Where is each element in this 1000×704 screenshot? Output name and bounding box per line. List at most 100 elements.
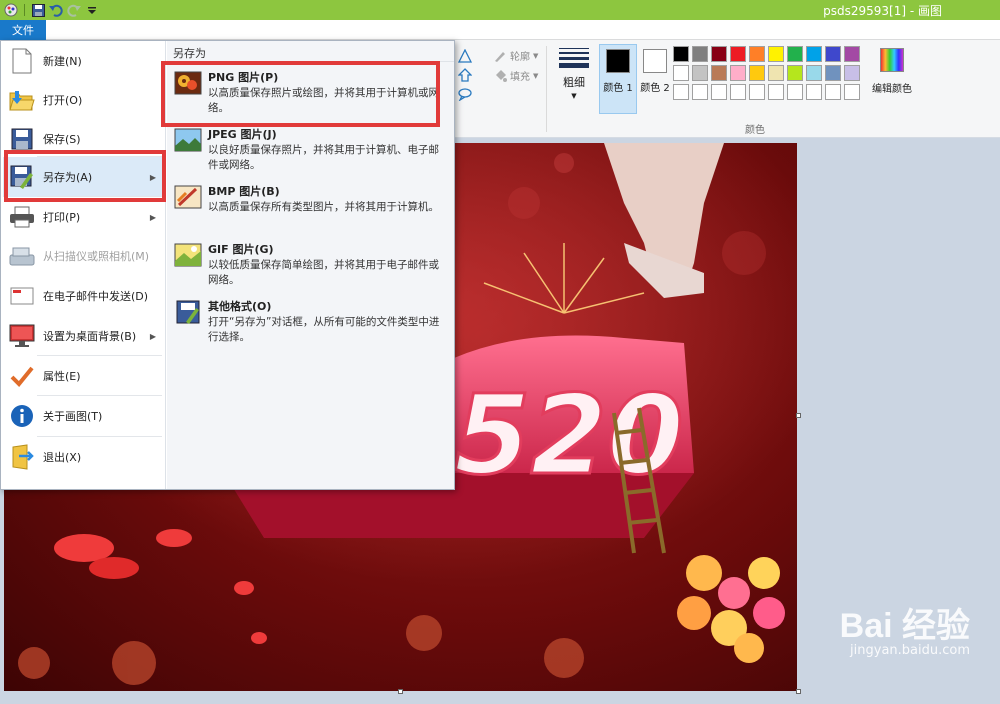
file-menu-item-label: 从扫描仪或照相机(M) [43,250,150,263]
palette-swatch[interactable] [768,65,784,81]
palette-swatch[interactable] [768,46,784,62]
chevron-down-icon: ▼ [571,92,577,100]
palette-swatch[interactable] [787,65,803,81]
file-menu-item[interactable]: 打印(P) ▶ [3,197,164,237]
quick-access-toolbar [0,0,99,20]
chevron-down-icon: ▼ [533,71,539,80]
undo-icon[interactable] [49,3,63,17]
palette-swatch[interactable] [768,84,784,100]
save-as-option-title: PNG 图片(P) [208,71,279,84]
file-menu-item-label: 退出(X) [43,451,82,464]
outline-label: 轮廓 [510,52,530,63]
file-menu-list: 新建(N) 打开(O) 保存(S) 另存为(A) ▶ 打印(P) ▶ 从扫描仪或照相机(M) 在… [1,41,166,489]
checkmark-icon [7,361,37,391]
save-as-option[interactable]: GIF 图片(G) 以较低质量保存简单绘图，并将其用于电子邮件或网络。 [171,237,451,291]
palette-swatch[interactable] [844,65,860,81]
info-icon [7,401,37,431]
file-menu-item[interactable]: 设置为桌面背景(B) ▶ [3,316,164,356]
edit-colors-icon [880,48,904,72]
file-menu-item[interactable]: 从扫描仪或照相机(M) [3,236,164,276]
resize-handle-right[interactable] [796,413,801,418]
save-as-option-desc: 以高质量保存照片或绘图，并将其用于计算机或网络。 [208,87,439,114]
palette-swatch[interactable] [730,84,746,100]
open-folder-icon [7,85,37,115]
resize-handle-corner[interactable] [796,689,801,694]
palette-swatch[interactable] [825,46,841,62]
toolbar-separator [24,4,25,16]
title-bar: psds29593[1] - 画图 [0,0,1000,20]
color1-label: 颜色 1 [603,83,633,94]
palette-swatch[interactable] [806,46,822,62]
palette-swatch[interactable] [673,65,689,81]
color1-button[interactable]: 颜色 1 [599,44,637,114]
save-as-option[interactable]: JPEG 图片(J) 以良好质量保存照片，并将其用于计算机、电子邮件或网络。 [171,122,451,176]
gif-image-icon [174,243,202,267]
thickness-icon [559,48,589,68]
fill-dropdown[interactable]: 填充 ▼ [493,68,538,83]
colors-group-label: 颜色 [745,125,765,136]
palette-swatch[interactable] [730,46,746,62]
thickness-button[interactable]: 粗细 ▼ [554,46,594,116]
file-tab[interactable]: 文件 [0,20,46,40]
fill-label: 填充 [510,72,530,83]
palette-swatch[interactable] [711,84,727,100]
palette-swatch[interactable] [806,84,822,100]
palette-swatch[interactable] [787,84,803,100]
palette-swatch[interactable] [711,65,727,81]
palette-swatch[interactable] [692,46,708,62]
file-menu-item[interactable]: 关于画图(T) [3,396,164,436]
quick-save-icon[interactable] [31,3,45,17]
palette-swatch[interactable] [673,46,689,62]
outline-icon [495,51,505,62]
edit-colors-button[interactable]: 编辑颜色 [868,46,916,95]
palette-swatch[interactable] [825,65,841,81]
edit-colors-label: 编辑颜色 [872,84,912,95]
resize-handle-bottom[interactable] [398,689,403,694]
file-menu-item-label: 保存(S) [43,133,81,146]
file-menu-item-label: 在电子邮件中发送(D) [43,290,149,303]
palette-swatch[interactable] [787,46,803,62]
submenu-arrow-icon: ▶ [149,172,156,182]
scanner-icon [7,241,37,271]
palette-swatch[interactable] [749,65,765,81]
file-menu-item-label: 打印(P) [43,211,81,224]
desktop-background-icon [7,321,37,351]
palette-swatch[interactable] [692,84,708,100]
palette-swatch[interactable] [749,84,765,100]
palette-swatch[interactable] [673,84,689,100]
window-title: psds29593[1] - 画图 [823,4,942,18]
save-as-option[interactable]: BMP 图片(B) 以高质量保存所有类型图片，并将其用于计算机。 [171,179,451,233]
palette-swatch[interactable] [844,46,860,62]
file-menu-item[interactable]: 新建(N) [3,41,164,81]
palette-swatch[interactable] [730,65,746,81]
watermark-url: jingyan.baidu.com [850,643,970,658]
save-as-option[interactable]: 其他格式(O) 打开“另存为”对话框，从所有可能的文件类型中进行选择。 [171,294,451,348]
save-as-option-desc: 打开“另存为”对话框，从所有可能的文件类型中进行选择。 [208,316,440,343]
palette-swatch[interactable] [711,46,727,62]
save-as-option[interactable]: PNG 图片(P) 以高质量保存照片或绘图，并将其用于计算机或网络。 [171,65,451,119]
file-menu-item[interactable]: 属性(E) [3,356,164,396]
palette-swatch[interactable] [749,46,765,62]
triangle-shape-icon[interactable] [457,48,473,64]
baidu-watermark: Bai 经验 jingyan.baidu.com [840,598,970,658]
file-menu-item[interactable]: 打开(O) [3,80,164,120]
callout-shape-icon[interactable] [457,86,473,102]
file-menu-item[interactable]: 保存(S) [3,119,164,159]
save-as-panel-title: 另存为 [173,47,206,60]
palette-swatch[interactable] [806,65,822,81]
file-menu-item[interactable]: 退出(X) [3,437,164,477]
save-icon [7,124,37,154]
arrow-up-shape-icon[interactable] [457,67,473,83]
file-menu-item[interactable]: 在电子邮件中发送(D) [3,276,164,316]
redo-icon[interactable] [67,3,81,17]
outline-dropdown[interactable]: 轮廓 ▼ [493,48,538,63]
paint-app-icon[interactable] [4,3,18,17]
file-menu-item[interactable]: 另存为(A) ▶ [3,157,164,197]
palette-swatch[interactable] [844,84,860,100]
color2-button[interactable]: 颜色 2 [636,44,674,114]
file-menu-item-label: 打开(O) [43,94,83,107]
palette-swatch[interactable] [825,84,841,100]
customize-toolbar-icon[interactable] [85,3,99,17]
palette-swatch[interactable] [692,65,708,81]
file-menu-item-label: 设置为桌面背景(B) [43,330,137,343]
